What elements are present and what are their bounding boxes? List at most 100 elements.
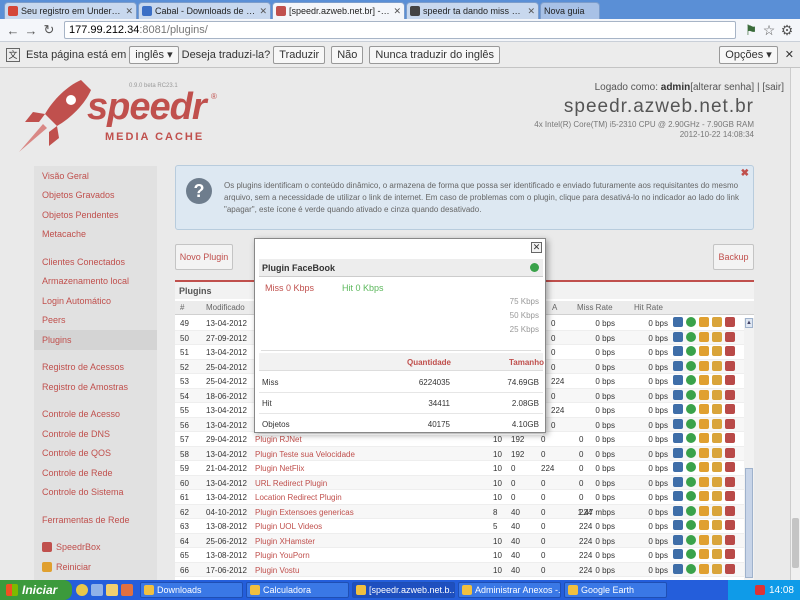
sidebar-item[interactable]: Login Automático [34,291,157,311]
toggle-icon[interactable] [686,534,696,545]
toggle-icon[interactable] [686,563,696,574]
chart-icon[interactable] [673,418,683,429]
sidebar-item[interactable]: Controle de QOS [34,444,157,464]
sidebar-item[interactable]: Clientes Conectados [34,252,157,272]
star-icon[interactable]: ☆ [760,21,778,39]
chart-icon[interactable] [673,534,683,545]
users-icon[interactable] [712,491,722,501]
edit-icon[interactable] [699,360,709,371]
chart-icon[interactable] [673,563,683,574]
language-select[interactable]: inglês ▾ [129,45,179,64]
toggle-icon[interactable] [686,491,696,501]
edit-icon[interactable] [699,346,709,356]
users-icon[interactable] [712,418,722,429]
sidebar-item[interactable]: Armazenamento local [34,272,157,292]
edit-icon[interactable] [699,375,709,385]
toggle-icon[interactable] [686,433,696,443]
users-icon[interactable] [712,520,722,530]
taskbar-button[interactable]: Administrar Anexos -... [458,582,561,598]
sidebar-item[interactable]: Controle de DNS [34,424,157,444]
start-button[interactable]: Iniciar [0,580,72,600]
close-icon[interactable]: ✖ [741,168,749,179]
delete-icon[interactable] [725,534,735,545]
header-miss-rate[interactable]: Miss Rate [577,303,613,312]
sidebar-item[interactable]: Registro de Acessos [34,358,157,378]
ie-icon[interactable] [91,584,103,596]
users-icon[interactable] [712,331,722,342]
translate-button[interactable]: Traduzir [273,45,326,64]
users-icon[interactable] [712,317,722,327]
edit-icon[interactable] [699,404,709,414]
speedr-logo[interactable]: 0.9.0 beta RC23.1 speedr ® MEDIA CACHE [15,76,225,156]
change-password-link[interactable]: [alterar senha] [690,82,754,93]
chart-icon[interactable] [673,331,683,342]
row-name[interactable]: Plugin NetFlix [255,464,304,473]
users-icon[interactable] [712,505,722,516]
taskbar-button[interactable]: Calculadora [246,582,349,598]
scroll-up-icon[interactable]: ▲ [745,318,753,328]
page-scrollbar[interactable] [790,68,800,580]
users-icon[interactable] [712,360,722,371]
row-name[interactable]: Plugin Vostu [255,566,299,575]
flag-icon[interactable]: ⚑ [742,21,760,39]
delete-icon[interactable] [725,418,735,429]
chart-icon[interactable] [673,317,683,327]
options-button[interactable]: Opções ▾ [719,45,778,64]
sidebar-item[interactable]: Ferramentas de Rede [34,510,157,530]
wrench-icon[interactable]: ⚙ [778,21,796,39]
explorer-icon[interactable] [106,584,118,596]
toggle-icon[interactable] [686,346,696,356]
taskbar-button[interactable]: Downloads [140,582,243,598]
sidebar-item[interactable]: Registro de Amostras [34,377,157,397]
users-icon[interactable] [712,404,722,414]
toggle-icon[interactable] [686,520,696,530]
users-icon[interactable] [712,389,722,400]
taskbar-button[interactable]: [speedr.azweb.net.b... [352,582,455,598]
tab-close-icon[interactable]: ✕ [527,6,535,17]
toggle-icon[interactable] [686,505,696,516]
address-bar[interactable]: 177.99.212.34:8081/plugins/ [64,21,736,39]
tab-close-icon[interactable]: ✕ [125,6,133,17]
delete-icon[interactable] [725,462,735,472]
close-icon[interactable]: ✕ [785,48,794,61]
delete-icon[interactable] [725,375,735,385]
row-name[interactable]: Plugin XHamster [255,537,315,546]
toggle-icon[interactable] [686,447,696,458]
logout-link[interactable]: [sair] [762,82,784,93]
edit-icon[interactable] [699,520,709,530]
toggle-icon[interactable] [686,375,696,385]
users-icon[interactable] [712,563,722,574]
backup-button[interactable]: Backup [713,244,754,270]
toggle-icon[interactable] [686,389,696,400]
row-name[interactable]: Plugin Extensoes genericas [255,508,354,517]
delete-icon[interactable] [725,389,735,400]
chart-icon[interactable] [673,520,683,530]
toggle-icon[interactable] [686,549,696,559]
row-name[interactable]: Plugin UOL Videos [255,522,322,531]
delete-icon[interactable] [725,505,735,516]
edit-icon[interactable] [699,331,709,342]
toggle-icon[interactable] [686,317,696,327]
scroll-thumb[interactable] [792,518,799,568]
edit-icon[interactable] [699,433,709,443]
back-arrow-icon[interactable]: ← [4,21,22,39]
table-scrollbar[interactable]: ▲ [744,318,754,580]
chart-icon[interactable] [673,346,683,356]
new-plugin-button[interactable]: Novo Plugin [175,244,233,270]
scroll-thumb[interactable] [745,468,753,578]
sidebar-item[interactable]: Controle de Rede [34,463,157,483]
browser-tab[interactable]: speedr ta dando miss hate em✕ [406,2,539,19]
row-name[interactable]: Plugin RJNet [255,435,302,444]
browser-tab[interactable]: Nova guia [540,2,600,19]
users-icon[interactable] [712,476,722,487]
sidebar-item[interactable]: Objetos Gravados [34,186,157,206]
chart-icon[interactable] [673,433,683,443]
users-icon[interactable] [712,462,722,472]
sidebar-item[interactable]: Plugins [34,330,157,350]
edit-icon[interactable] [699,447,709,458]
row-name[interactable]: URL Redirect Plugin [255,479,327,488]
edit-icon[interactable] [699,476,709,487]
users-icon[interactable] [712,346,722,356]
delete-icon[interactable] [725,549,735,559]
chart-icon[interactable] [673,549,683,559]
